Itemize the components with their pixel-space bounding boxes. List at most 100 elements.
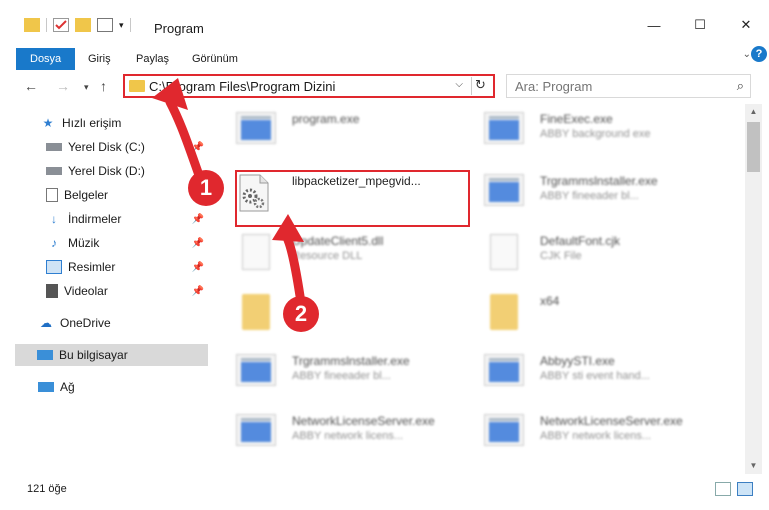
file-name: NetworkLicenseServer.exe	[540, 414, 683, 428]
star-icon: ★	[42, 116, 54, 130]
list-item[interactable]: x64	[468, 286, 713, 338]
pin-icon[interactable]: 📌	[192, 286, 204, 297]
tab-home[interactable]: Giriş	[76, 48, 123, 70]
pin-icon[interactable]: 📌	[192, 238, 204, 249]
file-description: CJK File	[540, 250, 582, 262]
sidebar-item-documents[interactable]: Belgeler 📌	[0, 184, 210, 206]
list-item[interactable]: DefaultFont.cjk CJK File	[468, 226, 713, 278]
sidebar-item-quick-access[interactable]: ★ Hızlı erişim	[0, 112, 210, 134]
details-view-icon[interactable]	[715, 482, 731, 496]
list-item[interactable]: UpdateClient5.dll Resource DLL	[220, 226, 465, 278]
back-arrow-icon[interactable]: ←	[24, 78, 38, 94]
list-item[interactable]: AbbyySTI.exe ABBY sti event hand...	[468, 346, 713, 398]
pin-icon[interactable]: 📌	[192, 142, 204, 153]
list-item[interactable]	[220, 286, 465, 338]
network-icon	[38, 382, 54, 392]
callout-step-1: 1	[188, 170, 224, 206]
file-name: AbbyySTI.exe	[540, 354, 615, 368]
file-name: NetworkLicenseServer.exe	[292, 414, 435, 428]
sidebar-item-label: Belgeler	[64, 188, 109, 202]
file-description: ABBY fineeader bl...	[540, 190, 639, 202]
file-name: DefaultFont.cjk	[540, 234, 621, 248]
sidebar-item-pictures[interactable]: Resimler 📌	[0, 256, 210, 278]
address-path[interactable]: C:\Program Files\Program Dizini	[149, 79, 335, 94]
address-bar[interactable]: C:\Program Files\Program Dizini ⌵ ↻	[123, 74, 495, 98]
application-icon	[484, 112, 524, 148]
navigation-pane: ★ Hızlı erişim Yerel Disk (C:) 📌 Yerel D…	[0, 104, 210, 474]
recent-locations-chevron-icon[interactable]: ▾	[84, 82, 89, 93]
forward-arrow-icon[interactable]: →	[56, 78, 70, 94]
film-icon	[46, 284, 58, 298]
tiles-view-icon[interactable]	[737, 482, 753, 496]
drive-icon	[46, 167, 62, 175]
sidebar-item-label: Videolar	[64, 284, 108, 298]
refresh-icon[interactable]: ↻	[471, 77, 489, 95]
sidebar-item-label: OneDrive	[60, 316, 111, 330]
list-item[interactable]: FineExec.exe ABBY background exe	[468, 104, 713, 156]
expand-ribbon-chevron-icon[interactable]: ⌄	[743, 49, 751, 60]
new-folder-icon[interactable]	[75, 18, 91, 32]
document-icon	[484, 234, 524, 270]
sidebar-item-this-pc[interactable]: Bu bilgisayar	[15, 344, 208, 366]
scroll-down-arrow-icon[interactable]: ▼	[745, 458, 762, 474]
list-item[interactable]: Trgrammslnstaller.exe ABBY fineeader bl.…	[220, 346, 465, 398]
computer-icon	[37, 350, 53, 360]
file-name: program.exe	[292, 112, 360, 126]
folder-icon	[129, 80, 145, 92]
tab-file[interactable]: Dosya	[16, 48, 76, 70]
sidebar-item-onedrive[interactable]: ☁ OneDrive	[0, 312, 210, 334]
search-box[interactable]: ⌕	[506, 74, 751, 98]
application-icon	[484, 414, 524, 450]
window-controls: — ☐ ✕	[631, 10, 769, 40]
application-icon	[236, 354, 276, 390]
file-name: x64	[540, 294, 560, 308]
minimize-button[interactable]: —	[631, 10, 677, 40]
list-item[interactable]: NetworkLicenseServer.exe ABBY network li…	[220, 406, 465, 458]
sidebar-item-videos[interactable]: Videolar 📌	[0, 280, 210, 302]
list-item[interactable]: program.exe	[220, 104, 465, 156]
properties-icon[interactable]	[53, 18, 69, 32]
vertical-scrollbar[interactable]: ▲ ▼	[745, 104, 762, 474]
file-description: ABBY background exe	[540, 128, 651, 140]
pin-icon[interactable]: 📌	[192, 262, 204, 273]
file-name: Trgrammslnstaller.exe	[540, 174, 658, 188]
search-input[interactable]	[515, 76, 725, 96]
scroll-up-arrow-icon[interactable]: ▲	[745, 104, 762, 120]
sidebar-item-label: Resimler	[68, 260, 116, 274]
help-icon[interactable]: ?	[751, 46, 767, 62]
quick-access-toolbar: ▾	[24, 18, 131, 32]
up-arrow-icon[interactable]: ↑	[100, 78, 107, 94]
application-icon	[236, 414, 276, 450]
sidebar-item-label: Bu bilgisayar	[59, 348, 128, 362]
maximize-button[interactable]: ☐	[677, 10, 723, 40]
application-icon	[484, 354, 524, 390]
list-item[interactable]: Trgrammslnstaller.exe ABBY fineeader bl.…	[468, 166, 713, 218]
sidebar-item-downloads[interactable]: ↓ İndirmeler 📌	[0, 208, 210, 230]
search-icon: ⌕	[736, 78, 744, 93]
folder-icon	[236, 294, 276, 330]
sidebar-item-local-disk-c[interactable]: Yerel Disk (C:) 📌	[0, 136, 210, 158]
sidebar-item-network[interactable]: Ağ	[0, 376, 210, 398]
title-bar: ▾ Program — ☐ ✕	[0, 0, 769, 44]
cloud-icon: ☁	[40, 316, 52, 330]
close-button[interactable]: ✕	[723, 10, 769, 40]
view-switcher	[715, 482, 753, 496]
view-options-icon[interactable]	[97, 18, 113, 32]
tab-share[interactable]: Paylaş	[124, 48, 181, 70]
sidebar-item-label: Ağ	[60, 380, 75, 394]
pin-icon[interactable]: 📌	[192, 214, 204, 225]
file-description: ABBY network licens...	[540, 430, 652, 442]
sidebar-item-label: Hızlı erişim	[62, 116, 122, 130]
sidebar-item-label: Yerel Disk (C:)	[68, 140, 145, 154]
file-list: program.exe FineExec.exe ABBY background…	[220, 104, 744, 474]
sidebar-item-music[interactable]: ♪ Müzik 📌	[0, 232, 210, 254]
list-item[interactable]: NetworkLicenseServer.exe ABBY network li…	[468, 406, 713, 458]
scrollbar-thumb[interactable]	[747, 122, 760, 172]
address-dropdown-chevron-icon[interactable]: ⌵	[455, 79, 463, 90]
file-description: Resource DLL	[292, 250, 363, 262]
tab-view[interactable]: Görünüm	[180, 48, 250, 70]
download-arrow-icon: ↓	[51, 212, 57, 226]
customize-toolbar-chevron-icon[interactable]: ▾	[119, 20, 124, 31]
application-icon	[484, 174, 524, 210]
sidebar-item-local-disk-d[interactable]: Yerel Disk (D:)	[0, 160, 210, 182]
